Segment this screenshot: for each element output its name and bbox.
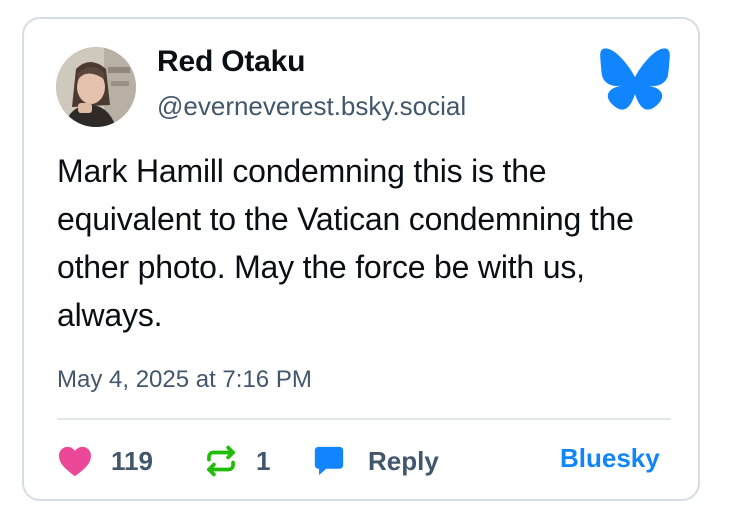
reply-label: Reply (368, 445, 439, 476)
open-in-bluesky-link[interactable]: Bluesky (560, 443, 660, 474)
heart-icon (59, 446, 91, 477)
bluesky-butterfly-icon[interactable] (599, 47, 671, 111)
repost-count: 1 (256, 445, 271, 476)
repost-icon (207, 445, 235, 477)
author-handle[interactable]: @everneverest.bsky.social (157, 91, 466, 122)
embedded-post-card: Red Otaku @everneverest.bsky.social Mark… (22, 17, 700, 501)
post-text: Mark Hamill condemning this is the equiv… (57, 153, 634, 333)
repost-button[interactable]: 1 (204, 441, 270, 481)
divider (57, 418, 671, 420)
author-display-name[interactable]: Red Otaku (157, 45, 305, 79)
reply-button[interactable]: Reply (312, 441, 439, 481)
post-timestamp[interactable]: May 4, 2025 at 7:16 PM (57, 366, 312, 394)
like-button[interactable]: 119 (57, 441, 153, 481)
avatar[interactable] (56, 47, 136, 127)
avatar-photo (56, 47, 136, 127)
reply-bubble-icon (314, 446, 344, 476)
like-count: 119 (111, 445, 153, 476)
